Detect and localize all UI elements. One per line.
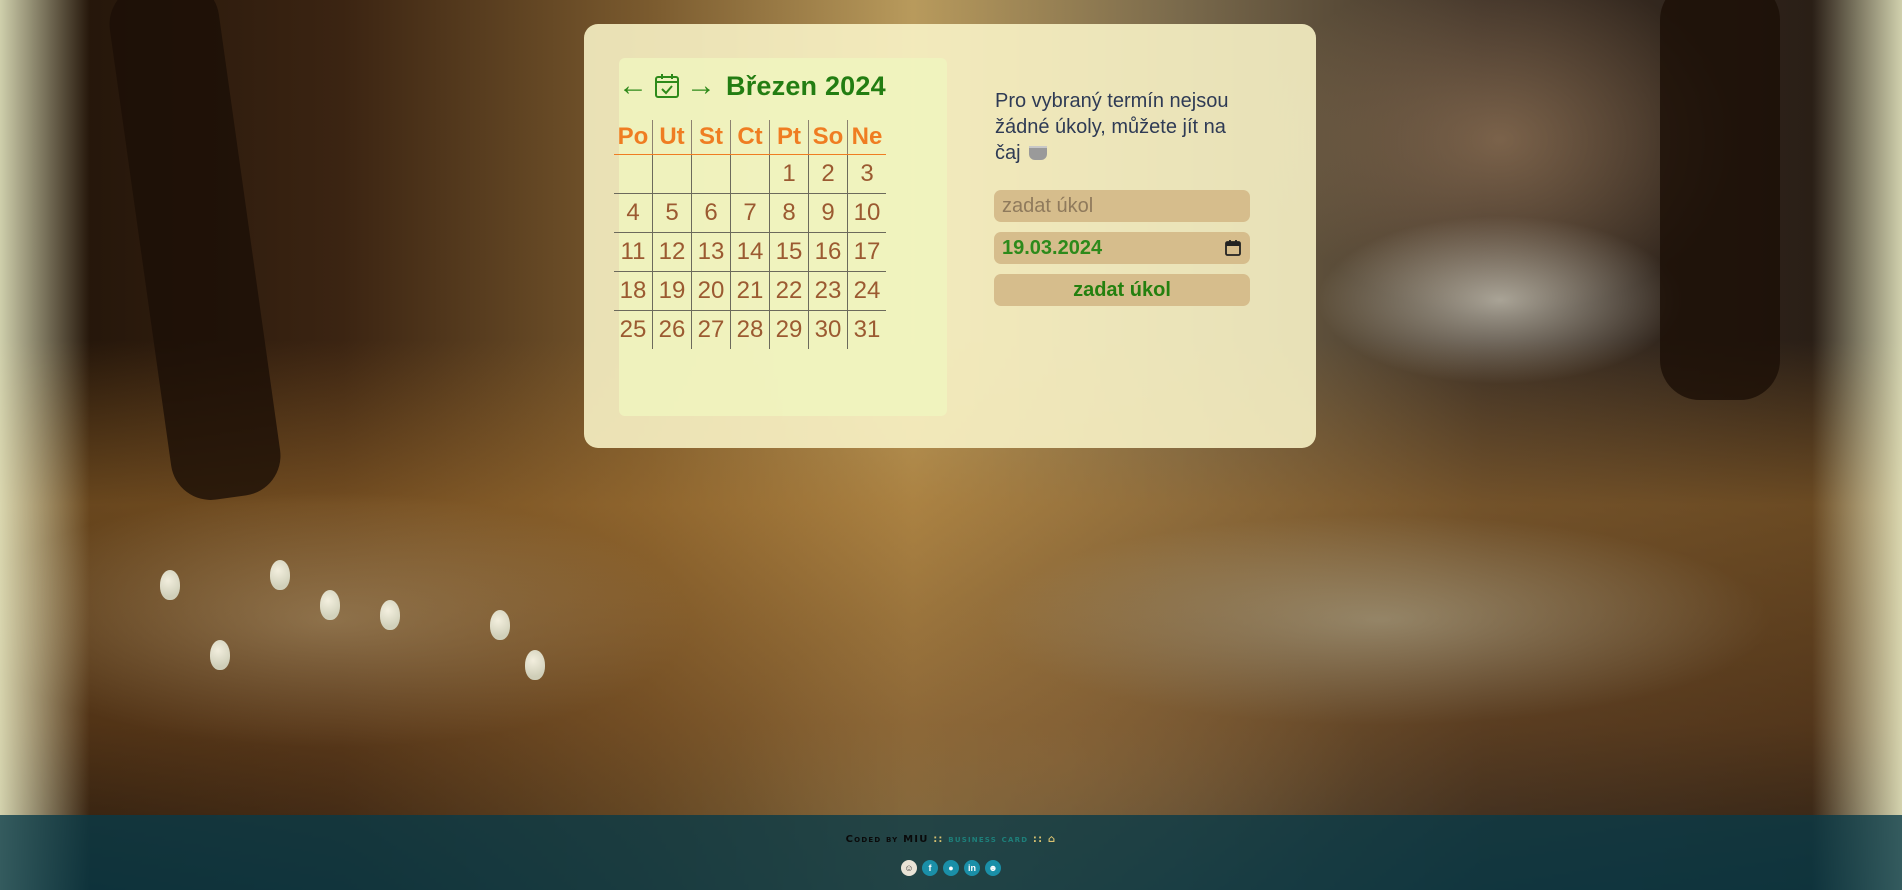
day-cell[interactable]: 30 [808, 310, 848, 349]
date-picker-icon[interactable] [1224, 239, 1242, 257]
background-flower [320, 590, 340, 620]
day-cell[interactable]: 7 [730, 193, 770, 233]
teacup-icon [1028, 146, 1047, 160]
empty-day-cell [652, 154, 692, 194]
weekday-header: St [691, 120, 731, 155]
day-cell[interactable]: 10 [847, 193, 886, 233]
day-cell[interactable]: 27 [691, 310, 731, 349]
day-cell[interactable]: 13 [691, 232, 731, 272]
week-row: 18 19 20 21 22 23 24 [614, 271, 886, 311]
day-cell[interactable]: 12 [652, 232, 692, 272]
footer: Coded by MIU :: business card :: ⌂ ☺ f ●… [0, 815, 1902, 890]
day-cell[interactable]: 24 [847, 271, 886, 311]
day-cell[interactable]: 26 [652, 310, 692, 349]
avatar-icon[interactable]: ☺ [901, 860, 917, 876]
week-row: 123 [614, 154, 886, 194]
date-input[interactable]: 19.03.2024 [994, 232, 1250, 264]
empty-day-cell [691, 154, 731, 194]
day-cell[interactable]: 16 [808, 232, 848, 272]
day-cell[interactable]: 4 [614, 193, 653, 233]
next-month-arrow[interactable]: → [686, 71, 716, 101]
footer-separator: :: [933, 834, 944, 845]
calendar-header: ← → Březen 2024 [618, 70, 886, 102]
day-cell[interactable]: 23 [808, 271, 848, 311]
social-icons: ☺ f ● in ☻ [0, 860, 1902, 876]
week-row: 25 26 27 28 29 30 31 [614, 310, 887, 350]
background-tree [1660, 0, 1780, 400]
day-cell[interactable]: 2 [808, 154, 848, 194]
day-cell[interactable]: 11 [614, 232, 653, 272]
footer-credits: Coded by MIU :: business card :: ⌂ [0, 834, 1902, 845]
month-title: Březen 2024 [726, 71, 886, 102]
facebook-icon[interactable]: f [922, 860, 938, 876]
task-input[interactable] [994, 190, 1250, 222]
calendar-grid: Po Ut St Ct Pt So Ne 1 2 3 4 5 6 7 8 9 10 11 12 13 14… [614, 120, 886, 349]
business-card-link[interactable]: business card [948, 834, 1028, 845]
background-flower [380, 600, 400, 630]
vignette-left [0, 0, 90, 890]
day-cell[interactable]: 5 [652, 193, 692, 233]
vignette-right [1812, 0, 1902, 890]
background-flower [490, 610, 510, 640]
day-cell[interactable]: 29 [769, 310, 809, 349]
weekday-header: Ne [847, 120, 886, 155]
background-flower [210, 640, 230, 670]
day-cell[interactable]: 21 [730, 271, 770, 311]
day-cell[interactable]: 9 [808, 193, 848, 233]
weekday-header: Po [614, 120, 653, 155]
day-cell[interactable]: 1 [769, 154, 809, 194]
day-cell[interactable]: 28 [730, 310, 770, 349]
day-cell[interactable]: 25 [614, 310, 653, 349]
day-cell[interactable]: 15 [769, 232, 809, 272]
week-row: 11 12 13 14 15 16 17 [614, 232, 886, 272]
add-task-button[interactable]: zadat úkol [994, 274, 1250, 306]
day-cell[interactable]: 19 [652, 271, 692, 311]
date-value: 19.03.2024 [1002, 236, 1103, 259]
background-flower [525, 650, 545, 680]
linkedin-icon[interactable]: in [964, 860, 980, 876]
weekday-header: So [808, 120, 848, 155]
day-cell[interactable]: 18 [614, 271, 653, 311]
footer-trailing[interactable]: :: ⌂ [1033, 834, 1056, 845]
weekday-header: Pt [769, 120, 809, 155]
weekday-header: Ut [652, 120, 692, 155]
main-panel: ← → Březen 2024 Po Ut St Ct Pt So Ne 1 2… [584, 24, 1316, 448]
day-cell[interactable]: 20 [691, 271, 731, 311]
day-cell[interactable]: 6 [691, 193, 731, 233]
week-row: 4 5 6 7 8 9 10 [614, 193, 886, 233]
empty-day-cell [730, 154, 770, 194]
coded-by-text: Coded by MIU [845, 834, 929, 845]
weekday-header: Ct [730, 120, 770, 155]
day-cell[interactable]: 17 [847, 232, 886, 272]
discord-icon[interactable]: ☻ [985, 860, 1001, 876]
background-flower [270, 560, 290, 590]
background-flower [160, 570, 180, 600]
day-cell[interactable]: 31 [848, 311, 887, 350]
day-cell[interactable]: 8 [769, 193, 809, 233]
empty-tasks-message: Pro vybraný termín nejsou žádné úkoly, m… [995, 88, 1255, 166]
day-cell[interactable]: 22 [769, 271, 809, 311]
month-name: Březen [726, 70, 818, 101]
empty-day-cell [614, 154, 653, 194]
year: 2024 [824, 70, 886, 101]
prev-month-arrow[interactable]: ← [618, 71, 648, 101]
calendar-today-icon[interactable] [654, 73, 680, 99]
weekday-row: Po Ut St Ct Pt So Ne [614, 120, 886, 155]
day-cell[interactable]: 3 [847, 154, 886, 194]
day-cell[interactable]: 14 [730, 232, 770, 272]
github-icon[interactable]: ● [943, 860, 959, 876]
